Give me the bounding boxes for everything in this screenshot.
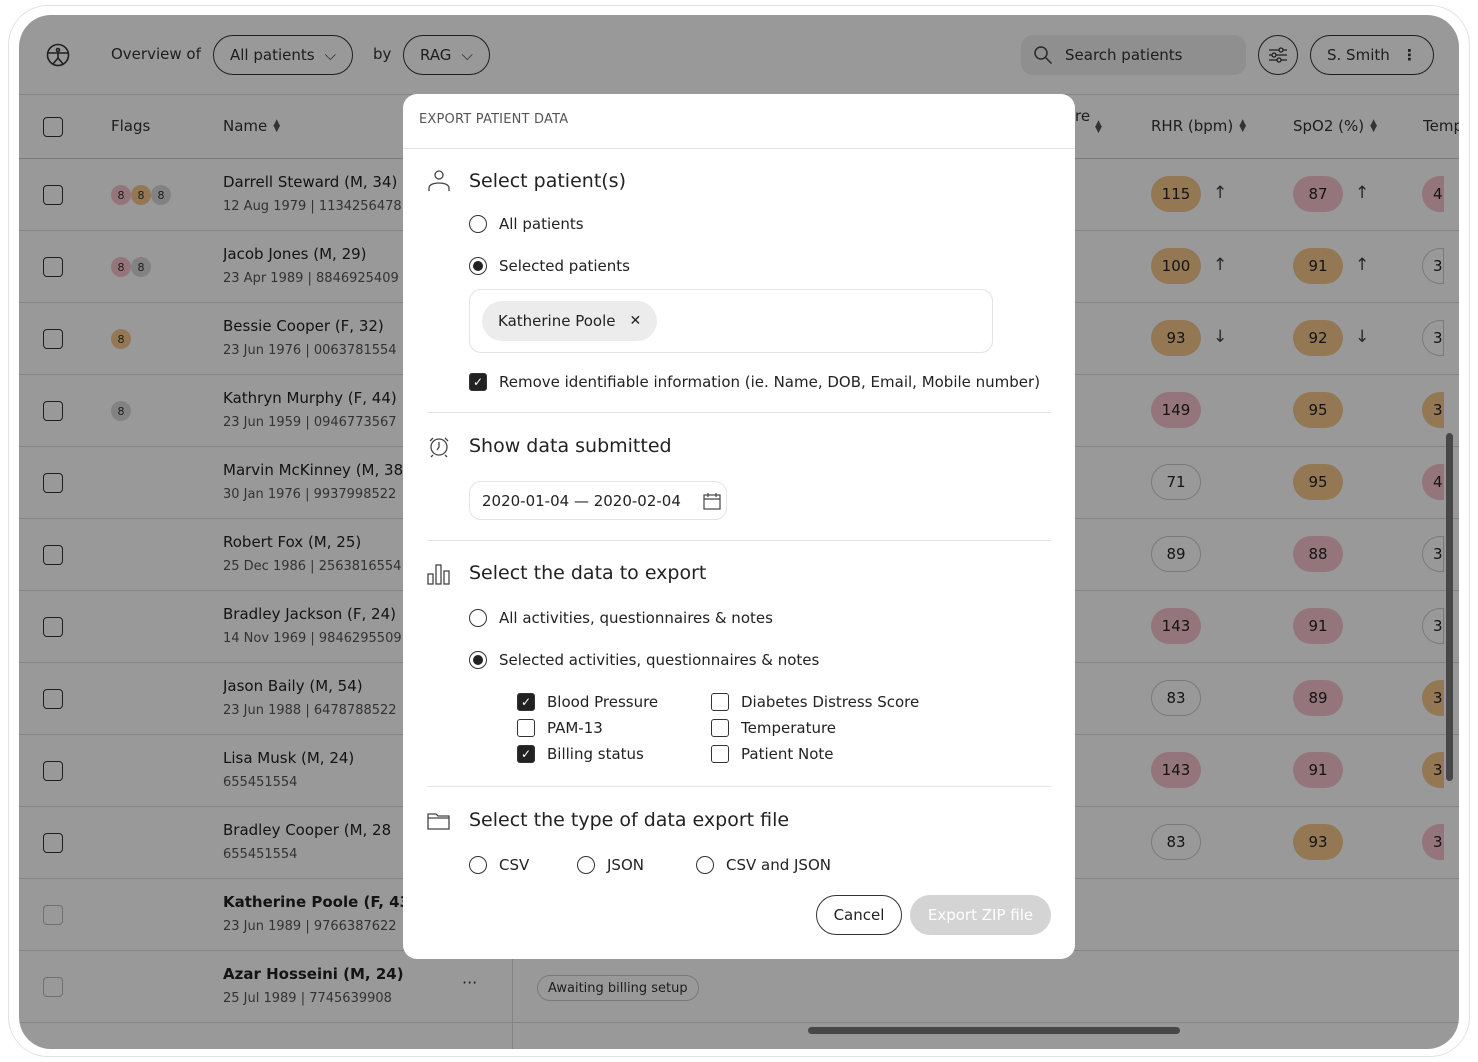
section-file-type: Select the type of data export file <box>469 809 790 831</box>
section-select-data: Select the data to export <box>469 562 707 584</box>
activity-checkbox[interactable]: Diabetes Distress Score <box>711 693 919 711</box>
option-label: PAM-13 <box>547 719 603 737</box>
radio-button[interactable] <box>469 257 487 275</box>
option-label: Temperature <box>741 719 837 737</box>
divider <box>427 786 1051 787</box>
checkbox[interactable] <box>711 719 729 737</box>
activity-checkbox[interactable]: Temperature <box>711 719 836 737</box>
calendar-icon[interactable] <box>703 492 721 510</box>
divider <box>427 540 1051 541</box>
radio-csv-and-json[interactable]: CSV and JSON <box>696 856 831 874</box>
radio-button[interactable] <box>469 609 487 627</box>
checkbox[interactable]: ✓ <box>469 373 487 391</box>
activity-checkbox[interactable]: ✓ Billing status <box>517 745 644 763</box>
option-label: Selected patients <box>499 257 630 275</box>
divider <box>427 412 1051 413</box>
activity-checkbox[interactable]: ✓ Blood Pressure <box>517 693 658 711</box>
radio-button[interactable] <box>696 856 714 874</box>
option-label: CSV and JSON <box>726 856 831 874</box>
option-label: All patients <box>499 215 584 233</box>
section-show-data-submitted: Show data submitted <box>469 435 672 457</box>
option-label: JSON <box>607 856 644 874</box>
option-label: Blood Pressure <box>547 693 659 711</box>
radio-button[interactable] <box>469 651 487 669</box>
close-icon[interactable]: ✕ <box>629 313 641 329</box>
radio-button[interactable] <box>469 856 487 874</box>
radio-button[interactable] <box>577 856 595 874</box>
option-label: Selected activities, questionnaires & no… <box>499 651 820 669</box>
user-icon <box>428 170 450 191</box>
folder-icon <box>427 813 450 830</box>
divider <box>403 148 1075 149</box>
activity-checkbox[interactable]: Patient Note <box>711 745 834 763</box>
option-label: Patient Note <box>741 745 834 763</box>
export-zip-button[interactable]: Export ZIP file <box>910 895 1051 935</box>
radio-all-patients[interactable]: All patients <box>469 215 584 233</box>
option-label: All activities, questionnaires & notes <box>499 609 773 627</box>
cancel-button[interactable]: Cancel <box>816 895 902 935</box>
radio-selected-activities[interactable]: Selected activities, questionnaires & no… <box>469 651 819 669</box>
app-window: Overview of All patients ⌵ by RAG ⌵ Search… <box>19 15 1459 1049</box>
radio-csv[interactable]: CSV <box>469 856 529 874</box>
checkbox[interactable] <box>517 719 535 737</box>
option-label: Diabetes Distress Score <box>741 693 920 711</box>
checkbox[interactable]: ✓ <box>517 693 535 711</box>
option-label: Remove identifiable information (ie. Nam… <box>499 373 1041 391</box>
checkbox[interactable] <box>711 745 729 763</box>
patient-tag-label: Katherine Poole <box>498 312 616 330</box>
radio-button[interactable] <box>469 215 487 233</box>
dialog-title: EXPORT PATIENT DATA <box>419 112 569 127</box>
date-range-input[interactable]: 2020-01-04 — 2020-02-04 <box>469 481 727 520</box>
radio-json[interactable]: JSON <box>577 856 644 874</box>
radio-selected-patients[interactable]: Selected patients <box>469 257 630 275</box>
selected-patients-input[interactable]: Katherine Poole ✕ <box>469 289 993 353</box>
bar-chart-icon <box>427 564 450 585</box>
checkbox[interactable]: ✓ <box>517 745 535 763</box>
export-patient-data-dialog: EXPORT PATIENT DATA Select patient(s) Al… <box>403 94 1075 959</box>
section-select-patients: Select patient(s) <box>469 170 626 192</box>
date-range-value: 2020-01-04 — 2020-02-04 <box>482 491 681 510</box>
patient-tag: Katherine Poole ✕ <box>482 301 658 341</box>
remove-identifiable-info-checkbox[interactable]: ✓ Remove identifiable information (ie. Na… <box>469 373 1040 391</box>
checkbox[interactable] <box>711 693 729 711</box>
option-label: Billing status <box>547 745 644 763</box>
activity-checkbox[interactable]: PAM-13 <box>517 719 603 737</box>
alarm-clock-icon <box>429 437 449 458</box>
radio-all-activities[interactable]: All activities, questionnaires & notes <box>469 609 773 627</box>
option-label: CSV <box>499 856 530 874</box>
